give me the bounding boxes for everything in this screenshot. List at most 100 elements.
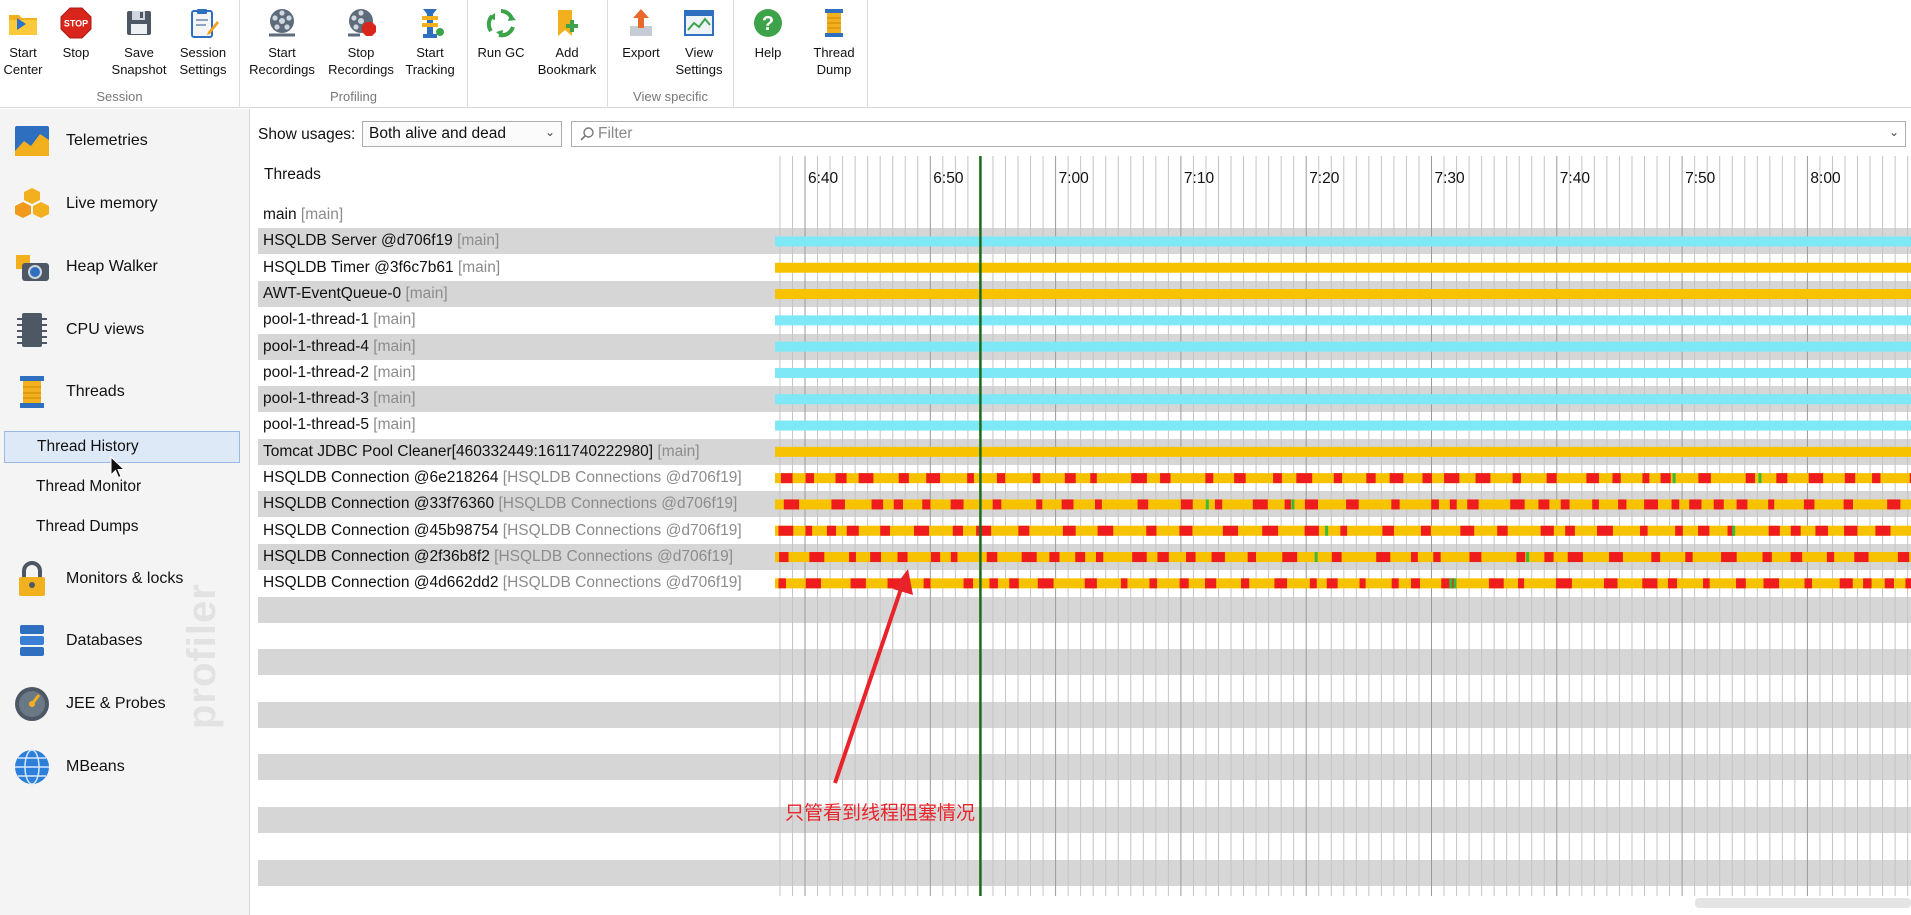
blocked-state-segment [1282, 552, 1298, 563]
blocked-state-segment [1222, 525, 1239, 536]
blocked-state-segment [1884, 578, 1894, 589]
timeline-canvas[interactable]: 6:40 6:50 7:00 7:10 7:20 7:30 7:40 7:50 8:00 [775, 156, 1911, 896]
start-tracking-button[interactable]: Start Tracking [400, 6, 460, 84]
stop-recordings-button[interactable]: Stop Recordings [324, 6, 398, 84]
blocked-state-segment [1304, 499, 1318, 510]
thread-row[interactable]: HSQLDB Connection @2f36b8f2 [HSQLDB Conn… [258, 544, 775, 570]
thread-row[interactable]: HSQLDB Timer @3f6c7b61 [main] [258, 255, 775, 281]
sidebar-item-databases[interactable]: Databases [0, 613, 249, 669]
sidebar-subitem-label: Thread History [37, 438, 139, 455]
blocked-state-segment [1467, 499, 1479, 510]
thread-timeline[interactable]: 6:40 6:50 7:00 7:10 7:20 7:30 7:40 7:50 8:00 [775, 156, 1911, 896]
blocked-state-segment [1410, 578, 1421, 589]
thread-spool-icon [20, 376, 44, 408]
threads-column-header[interactable]: Threads [264, 166, 321, 184]
run-gc-button[interactable]: Run GC [474, 6, 528, 84]
thread-row[interactable]: Tomcat JDBC Pool Cleaner[460332449:16117… [258, 439, 775, 465]
thread-group: [HSQLDB Connections @d706f19] [502, 521, 742, 539]
button-label: View Settings [675, 45, 723, 77]
blocked-state-segment [1685, 552, 1693, 563]
blocked-state-segment [1609, 552, 1623, 563]
sidebar-item-cpu-views[interactable]: CPU views [0, 302, 249, 358]
export-button[interactable]: Export [616, 6, 666, 84]
save-snapshot-button[interactable]: Save Snapshot [106, 6, 172, 84]
waiting-state-bar [775, 552, 1911, 563]
blocked-state-segment [1488, 578, 1504, 589]
add-bookmark-button[interactable]: Add Bookmark [532, 6, 602, 84]
thread-row[interactable]: main [main] [258, 202, 775, 228]
blocked-state-segment [1844, 473, 1856, 484]
filter-field[interactable]: ⌄ [571, 121, 1906, 147]
sidebar-item-label: CPU views [66, 321, 145, 338]
blocked-state-segment [1449, 499, 1457, 510]
blocked-state-segment [1205, 578, 1217, 589]
sidebar-subitem-thread-dumps[interactable]: Thread Dumps [4, 511, 240, 543]
sidebar-item-heap-walker[interactable]: Heap Walker [0, 239, 249, 295]
thread-name: pool-1-thread-2 [263, 363, 369, 381]
blocked-state-segment [1768, 499, 1775, 510]
stop-button[interactable]: STOP Stop [56, 6, 96, 84]
filter-input[interactable] [598, 124, 1868, 144]
export-arrow-icon [630, 9, 652, 36]
blocked-state-segment [1555, 578, 1572, 589]
blocked-state-segment [1469, 552, 1482, 563]
thread-row[interactable]: pool-1-thread-4 [main] [258, 334, 775, 360]
thread-group: [main] [373, 337, 416, 355]
start-recordings-button[interactable]: Start Recordings [246, 6, 318, 84]
blocked-state-segment [831, 499, 845, 510]
blocked-state-segment [846, 525, 859, 536]
thread-row[interactable]: HSQLDB Server @d706f19 [main] [258, 228, 775, 254]
waiting-state-bar [775, 289, 1911, 300]
button-label: Run GC [477, 45, 525, 60]
thread-row[interactable]: AWT-EventQueue-0 [main] [258, 281, 775, 307]
thread-row[interactable]: pool-1-thread-3 [main] [258, 386, 775, 412]
thread-row[interactable]: HSQLDB Connection @4d662dd2 [HSQLDB Conn… [258, 570, 775, 596]
chevron-down-icon[interactable]: ⌄ [1889, 125, 1899, 139]
blocked-state-segment [1049, 552, 1060, 563]
blocked-state-segment [1762, 552, 1772, 563]
blocked-state-segment [897, 552, 908, 563]
blocked-state-segment [783, 499, 800, 510]
thread-name: Tomcat JDBC Pool Cleaner[460332449:16117… [263, 442, 654, 460]
sidebar-item-monitors-locks[interactable]: Monitors & locks [0, 551, 249, 607]
horizontal-scrollbar[interactable] [1695, 898, 1911, 908]
sidebar-item-threads[interactable]: Threads [0, 364, 249, 420]
sidebar-item-live-memory[interactable]: Live memory [0, 176, 249, 232]
blocked-state-segment [1422, 473, 1433, 484]
blocked-state-segment [1234, 473, 1246, 484]
thread-dump-button[interactable]: Thread Dump [808, 6, 860, 84]
blocked-state-segment [914, 525, 930, 536]
thread-name: pool-1-thread-5 [263, 416, 369, 434]
show-usages-select[interactable]: Both alive and dead ⌄ [362, 121, 562, 147]
blocked-state-segment [1745, 473, 1755, 484]
blocked-state-segment [1021, 552, 1037, 563]
sidebar-item-mbeans[interactable]: MBeans [0, 739, 249, 795]
sidebar-item-telemetries[interactable]: Telemetries [0, 113, 249, 169]
stop-sign-icon: STOP [60, 7, 92, 39]
thread-row[interactable]: pool-1-thread-1 [main] [258, 307, 775, 333]
blocked-state-segment [963, 578, 974, 589]
runnable-state-bar [775, 394, 1911, 405]
sidebar-item-jee-probes[interactable]: JEE & Probes [0, 676, 249, 732]
start-center-button[interactable]: Start Center [0, 6, 46, 84]
thread-row[interactable]: HSQLDB Connection @45b98754 [HSQLDB Conn… [258, 518, 775, 544]
help-button[interactable]: ? Help [744, 6, 792, 84]
thread-group: [main] [300, 206, 344, 223]
blocked-state-segment [1667, 578, 1678, 589]
thread-row[interactable]: HSQLDB Connection @6e218264 [HSQLDB Conn… [258, 465, 775, 491]
thread-row[interactable]: HSQLDB Connection @33f76360 [HSQLDB Conn… [258, 491, 775, 517]
blocked-state-segment [1252, 499, 1268, 510]
blocked-state-segment [1839, 578, 1853, 589]
thread-group: [main] [373, 363, 416, 381]
blocked-state-segment [1790, 552, 1803, 563]
blocked-state-segment [1815, 525, 1829, 536]
thread-row[interactable]: pool-1-thread-2 [main] [258, 360, 775, 386]
session-settings-button[interactable]: Session Settings [174, 6, 232, 84]
blocked-state-segment [1516, 552, 1526, 563]
blocked-state-segment [893, 499, 903, 510]
blocked-state-segment [779, 552, 789, 563]
view-settings-button[interactable]: View Settings [668, 6, 730, 84]
thread-row[interactable]: pool-1-thread-5 [main] [258, 412, 775, 438]
blocked-state-segment [1560, 499, 1570, 510]
blocked-state-segment [1698, 525, 1710, 536]
